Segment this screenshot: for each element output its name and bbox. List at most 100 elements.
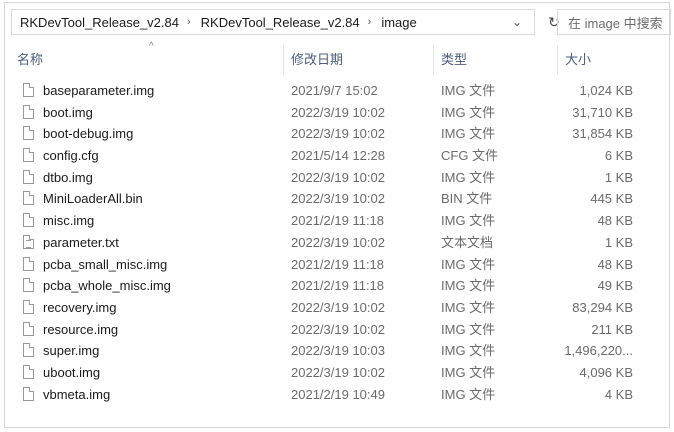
file-row[interactable]: boot-debug.img 2022/3/19 10:02 IMG 文件 31,85… [11,123,671,145]
file-icon [23,299,34,314]
file-size: 83,294 KB [572,299,633,315]
file-size: 1,024 KB [579,83,634,98]
file-date: 2021/2/19 11:18 [291,278,385,294]
file-icon [23,148,34,163]
file-size: 49 KB [597,278,633,294]
file-date: 2022/3/19 10:03 [291,343,385,359]
file-icon [23,386,34,401]
breadcrumb-separator-icon[interactable]: › [185,16,193,28]
file-date: 2022/3/19 10:02 [291,234,385,250]
column-divider[interactable] [433,45,434,75]
file-type: IMG 文件 [441,256,496,272]
file-date: 2021/9/7 15:02 [291,83,378,98]
file-name: pcba_whole_misc.img [43,278,171,294]
file-icon [23,256,34,271]
text-file-icon [23,234,34,249]
file-row[interactable]: dtbo.img 2022/3/19 10:02 IMG 文件 1 KB [11,167,671,189]
breadcrumb-current[interactable]: image [373,15,422,30]
file-list: baseparameter.img 2021/9/7 15:02 IMG 文件 1,0… [11,80,671,405]
file-date: 2021/2/19 11:18 [291,213,385,229]
file-type: CFG 文件 [441,148,499,164]
file-row[interactable]: misc.img 2021/2/19 11:18 IMG 文件 48 KB [11,210,671,232]
file-name: boot.img [43,104,93,120]
sort-ascending-icon: ^ [149,41,154,52]
file-type: IMG 文件 [441,104,496,120]
file-row[interactable]: parameter.txt 2022/3/19 10:02 文本文档 1 KB [11,232,671,254]
file-type: IMG 文件 [441,299,496,315]
file-size: 6 KB [604,148,633,164]
file-size: 48 KB [597,213,633,229]
file-icon [23,278,34,293]
file-size: 1 KB [604,234,633,250]
file-name: super.img [43,343,100,359]
file-date: 2021/2/19 11:18 [291,256,385,272]
file-row[interactable]: recovery.img 2022/3/19 10:02 IMG 文件 83,294 … [11,297,671,319]
file-type: IMG 文件 [441,213,496,229]
file-date: 2022/3/19 10:02 [291,169,385,185]
file-name: misc.img [43,213,95,229]
column-header-date[interactable]: 修改日期 [291,50,343,70]
file-type: 文本文档 [441,234,494,250]
file-type: IMG 文件 [441,321,496,337]
file-type: IMG 文件 [441,126,496,142]
file-icon [23,104,34,119]
file-name: pcba_small_misc.img [43,256,168,272]
file-date: 2022/3/19 10:02 [291,364,385,380]
file-date: 2021/5/14 12:28 [291,148,385,164]
file-name: recovery.img [43,299,117,315]
file-row[interactable]: MiniLoaderAll.bin 2022/3/19 10:02 BIN 文件 44… [11,188,671,210]
search-input[interactable]: 在 image 中搜索 [557,9,671,35]
file-row[interactable]: baseparameter.img 2021/9/7 15:02 IMG 文件 1,0… [11,80,671,102]
file-row[interactable]: super.img 2022/3/19 10:03 IMG 文件 1,496,220.… [11,340,671,362]
column-header-type[interactable]: 类型 [441,50,467,70]
file-name: uboot.img [43,364,101,380]
breadcrumb-separator-icon[interactable]: › [366,16,374,28]
file-name: parameter.txt [43,234,119,250]
file-row[interactable]: uboot.img 2022/3/19 10:02 IMG 文件 4,096 KB [11,362,671,384]
file-date: 2022/3/19 10:02 [291,299,385,315]
file-name: config.cfg [43,148,99,164]
file-size: 4 KB [604,386,633,402]
file-row[interactable]: pcba_whole_misc.img 2021/2/19 11:18 IMG 文件… [11,275,671,297]
explorer-window: RKDevTool_Release_v2.84 › RKDevTool_Rele… [4,2,671,428]
file-icon [23,83,34,97]
column-header-size[interactable]: 大小 [565,50,591,70]
file-icon [23,321,34,336]
file-icon [23,126,34,141]
file-icon [23,169,34,184]
file-type: IMG 文件 [441,343,496,359]
file-date: 2022/3/19 10:02 [291,191,385,207]
file-row[interactable]: vbmeta.img 2021/2/19 10:49 IMG 文件 4 KB [11,384,671,406]
breadcrumb-root[interactable]: RKDevTool_Release_v2.84 [12,15,185,30]
file-size: 211 KB [591,321,633,337]
file-row[interactable]: boot.img 2022/3/19 10:02 IMG 文件 31,710 KB [11,102,671,124]
file-row[interactable]: pcba_small_misc.img 2021/2/19 11:18 IMG 文件… [11,254,671,276]
breadcrumb-folder[interactable]: RKDevTool_Release_v2.84 [193,15,366,30]
chevron-down-icon[interactable]: ⌄ [500,10,534,34]
file-type: IMG 文件 [441,278,496,294]
file-type: BIN 文件 [441,191,493,207]
file-date: 2021/2/19 10:49 [291,386,385,402]
column-divider[interactable] [557,45,558,75]
file-size: 4,096 KB [579,364,634,380]
column-header-row: ^ 名称 修改日期 类型 大小 [11,41,671,77]
address-bar[interactable]: RKDevTool_Release_v2.84 › RKDevTool_Rele… [11,9,535,35]
file-size: 31,710 KB [572,104,633,120]
file-name: MiniLoaderAll.bin [43,191,143,207]
file-size: 1,496,220... [564,343,633,359]
column-header-name[interactable]: 名称 [17,50,43,70]
file-row[interactable]: resource.img 2022/3/19 10:02 IMG 文件 211 KB [11,319,671,341]
file-name: dtbo.img [43,169,93,185]
file-size: 445 KB [590,191,633,207]
file-name: baseparameter.img [43,83,155,98]
file-name: boot-debug.img [43,126,134,142]
file-type: IMG 文件 [441,83,496,98]
file-type: IMG 文件 [441,169,496,185]
file-row[interactable]: config.cfg 2021/5/14 12:28 CFG 文件 6 KB [11,145,671,167]
file-size: 1 KB [604,169,633,185]
file-type: IMG 文件 [441,364,496,380]
file-type: IMG 文件 [441,386,496,402]
file-icon [23,343,34,358]
column-divider[interactable] [283,45,284,75]
file-date: 2022/3/19 10:02 [291,126,385,142]
